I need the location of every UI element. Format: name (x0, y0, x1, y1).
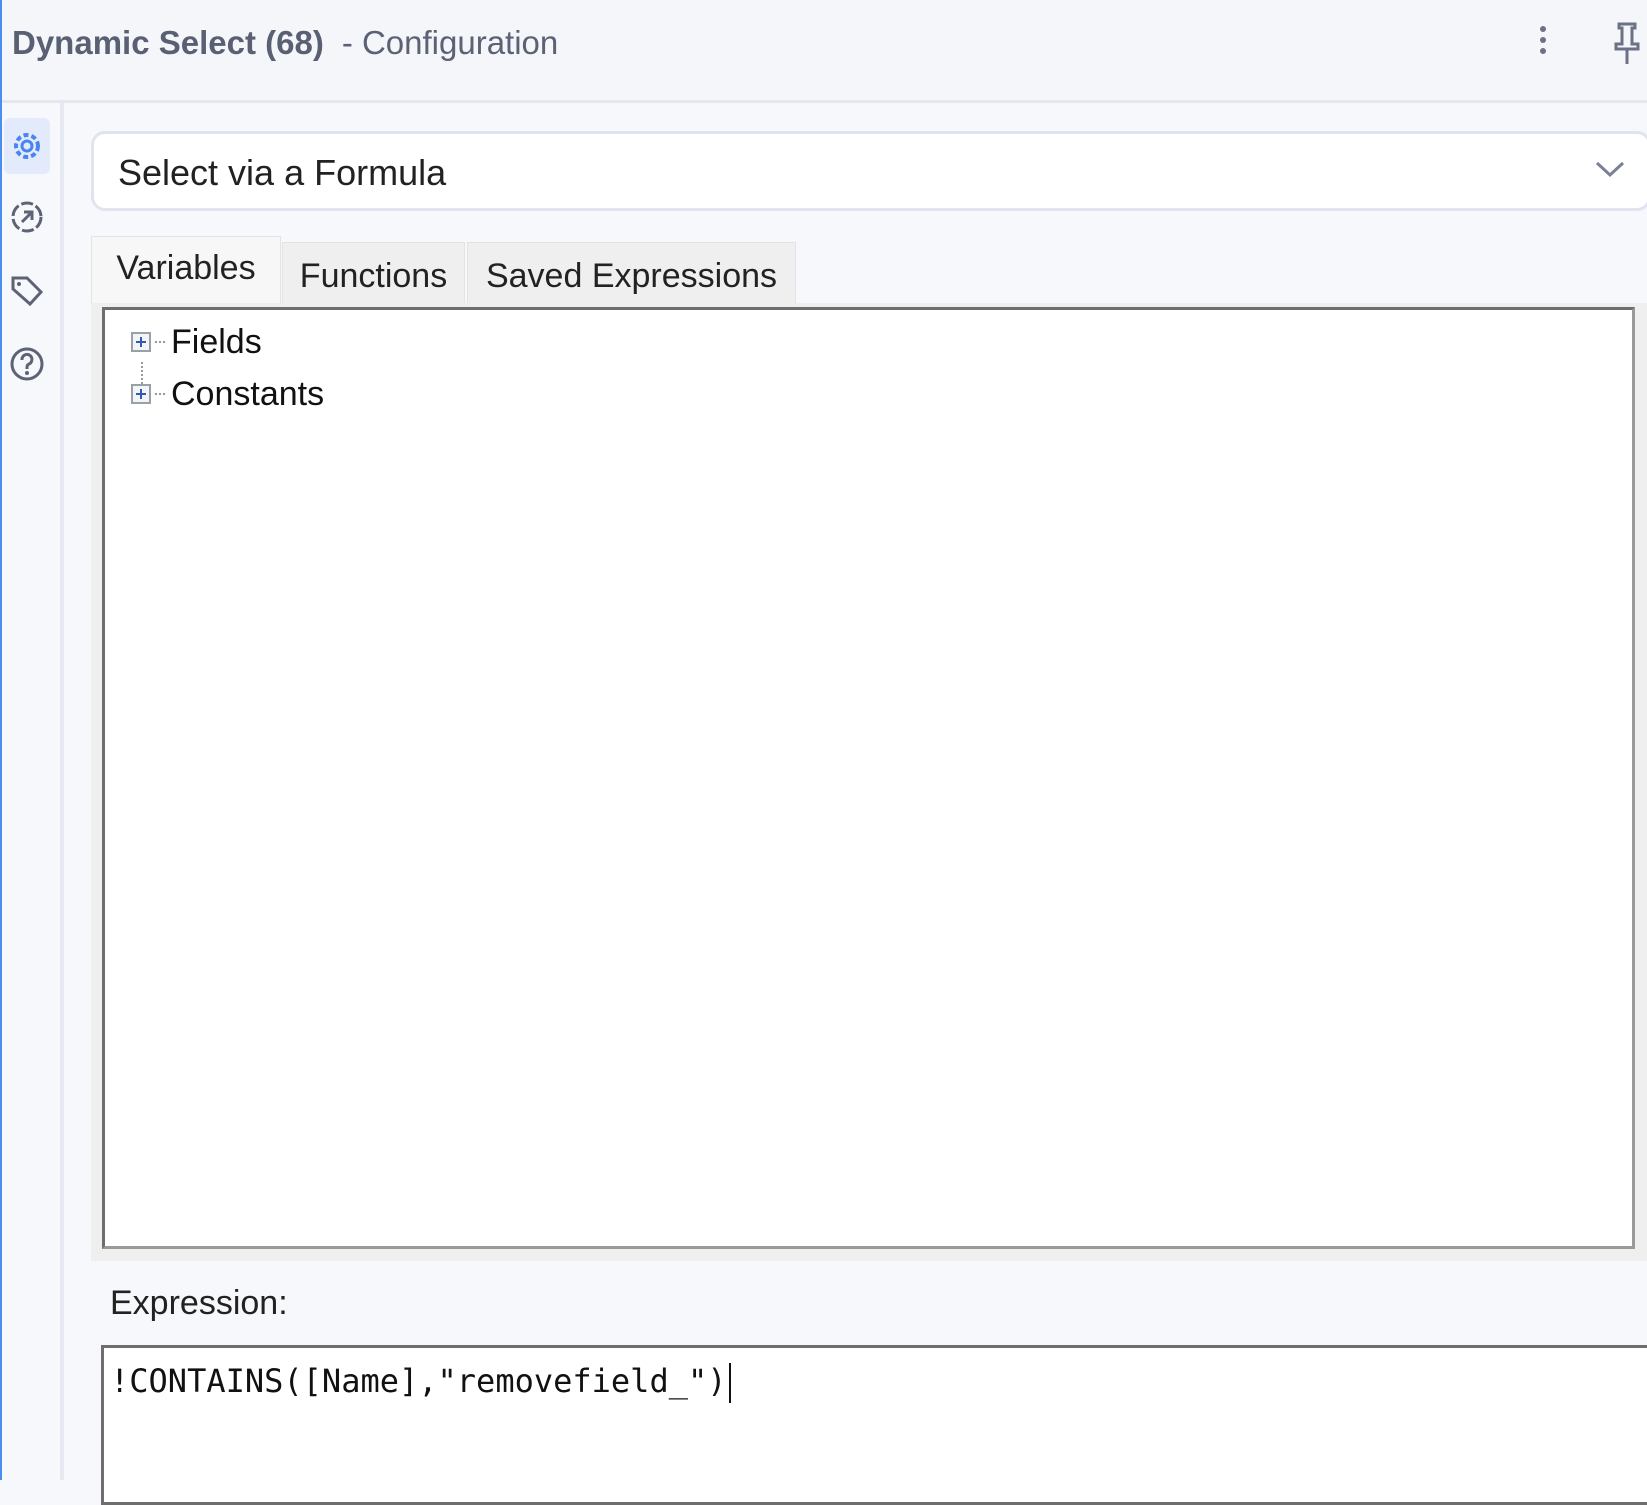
expand-icon[interactable] (131, 384, 151, 404)
tree-node-label: Fields (171, 322, 262, 361)
tab-variables[interactable]: Variables (91, 236, 281, 306)
tree-node-label: Constants (171, 374, 325, 413)
mode-select-dropdown[interactable]: Select via a Formula (91, 131, 1647, 211)
tree-node-fields[interactable]: Fields (131, 322, 262, 362)
pin-icon[interactable] (1612, 22, 1642, 71)
more-options-icon[interactable] (1538, 26, 1548, 62)
tree-node-constants[interactable]: Constants (131, 374, 324, 414)
output-arrow-icon[interactable] (4, 189, 50, 245)
text-caret (728, 1363, 731, 1403)
tag-icon[interactable] (4, 263, 50, 319)
help-icon[interactable] (4, 336, 50, 392)
panel-title: Dynamic Select (68) - Configuration (12, 24, 558, 62)
variables-tree[interactable]: Fields Constants (102, 307, 1635, 1249)
config-sidebar (2, 103, 64, 1480)
gear-icon[interactable] (4, 118, 50, 174)
tab-saved-expressions[interactable]: Saved Expressions (467, 242, 796, 304)
expression-text: !CONTAINS([Name],"removefield_") (110, 1362, 727, 1400)
panel-header: Dynamic Select (68) - Configuration (2, 0, 1647, 103)
tab-functions[interactable]: Functions (282, 242, 465, 304)
variables-panel: Fields Constants (91, 303, 1647, 1261)
expression-label: Expression: (110, 1284, 288, 1322)
panel-subtitle: - Configuration (341, 24, 559, 61)
tool-name: Dynamic Select (68) (12, 24, 324, 61)
mode-select-value: Select via a Formula (118, 152, 447, 193)
expand-icon[interactable] (131, 332, 151, 352)
chevron-down-icon (1594, 158, 1626, 185)
expression-editor[interactable]: !CONTAINS([Name],"removefield_") (101, 1345, 1647, 1505)
